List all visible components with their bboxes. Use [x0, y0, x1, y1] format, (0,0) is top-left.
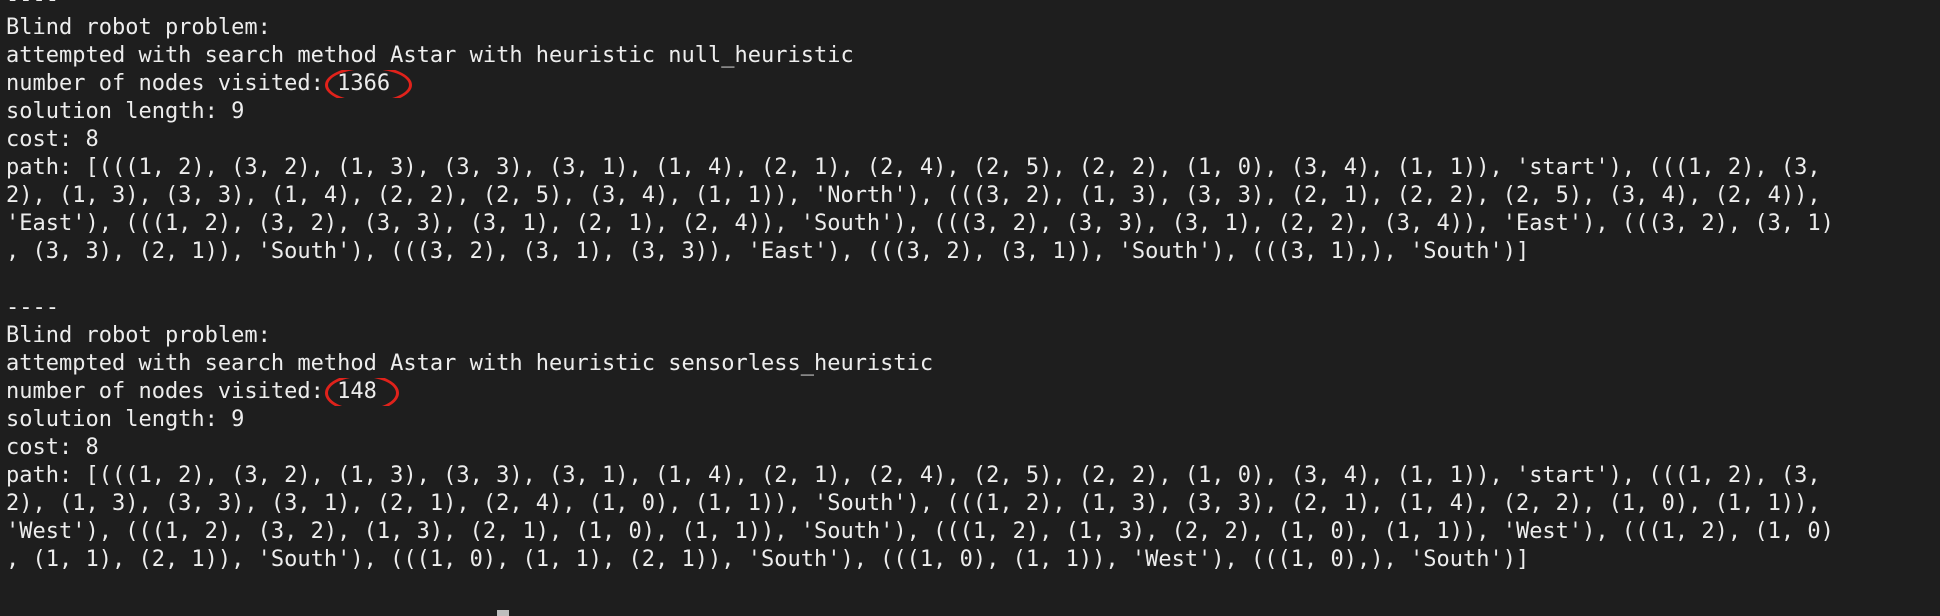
path-line: 'East'), (((1, 2), (3, 2), (3, 3), (3, 1… — [6, 211, 1834, 236]
path-line: 2), (1, 3), (3, 3), (3, 1), (2, 1), (2, … — [6, 491, 1821, 516]
nodes-visited-value-circled: 1366 — [325, 70, 413, 98]
cost-line: cost: 8 — [6, 435, 99, 460]
terminal-cursor — [497, 610, 509, 616]
nodes-visited-label: number of nodes visited: — [6, 379, 338, 404]
path-line: path: [(((1, 2), (3, 2), (1, 3), (3, 3),… — [6, 463, 1821, 488]
problem-title: Blind robot problem: — [6, 15, 271, 40]
terminal-output: ---- Blind robot problem: attempted with… — [0, 0, 1940, 616]
nodes-visited-line: number of nodes visited: 148 — [6, 378, 1940, 406]
nodes-visited-line: number of nodes visited: 1366 — [6, 70, 1940, 98]
solution-length-line: solution length: 9 — [6, 99, 245, 124]
separator-line: ---- — [6, 0, 1940, 14]
path-line: , (1, 1), (2, 1)), 'South'), (((1, 0), (… — [6, 547, 1530, 572]
problem-title: Blind robot problem: — [6, 323, 271, 348]
search-method-line: attempted with search method Astar with … — [6, 43, 854, 68]
search-method-line: attempted with search method Astar with … — [6, 351, 934, 376]
path-line: 'West'), (((1, 2), (3, 2), (1, 3), (2, 1… — [6, 519, 1834, 544]
solution-length-line: solution length: 9 — [6, 407, 245, 432]
separator-line: ---- — [6, 295, 59, 320]
nodes-visited-label: number of nodes visited: — [6, 71, 338, 96]
path-line: , (3, 3), (2, 1)), 'South'), (((3, 2), (… — [6, 239, 1530, 264]
path-line: 2), (1, 3), (3, 3), (1, 4), (2, 2), (2, … — [6, 183, 1821, 208]
nodes-visited-value-circled: 148 — [325, 378, 399, 406]
path-line: path: [(((1, 2), (3, 2), (1, 3), (3, 3),… — [6, 155, 1821, 180]
cost-line: cost: 8 — [6, 127, 99, 152]
